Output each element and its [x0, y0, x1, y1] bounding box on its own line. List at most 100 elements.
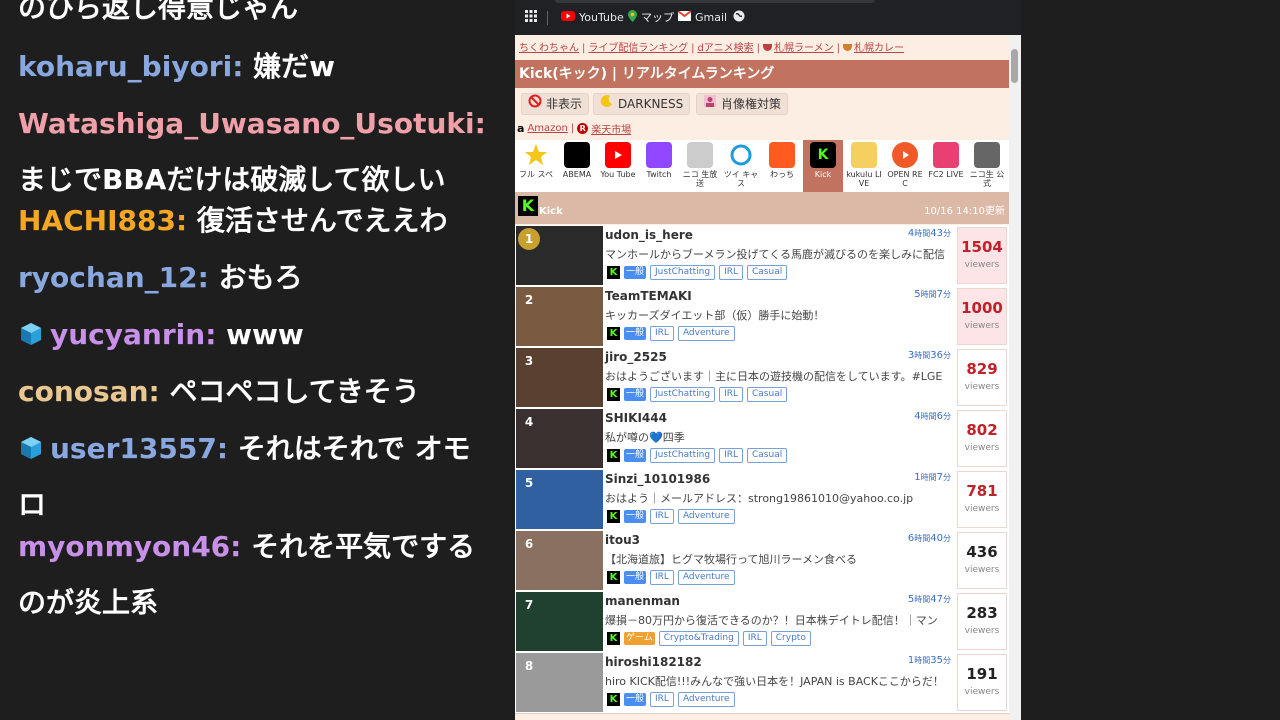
- chat-username[interactable]: ryochan_12: [18, 261, 198, 294]
- stream-tag[interactable]: JustChatting: [650, 265, 716, 280]
- platform-tab[interactable]: ニコ生 公式: [967, 140, 1007, 192]
- stream-tag[interactable]: IRL: [650, 692, 674, 707]
- stream-row[interactable]: 6 itou3 6時間40分 【北海道旅】ヒグマ牧場行って旭川ラーメン食べる K 一般 IR…: [515, 530, 1009, 592]
- viewer-label: viewers: [964, 443, 1000, 453]
- stream-thumbnail[interactable]: 2: [516, 287, 603, 346]
- top-link[interactable]: dアニメ検索: [697, 43, 753, 54]
- chat-username[interactable]: HACHI883: [18, 204, 176, 237]
- stream-tag[interactable]: IRL: [719, 387, 743, 402]
- streamer-name[interactable]: hiroshi182182: [605, 655, 702, 669]
- platform-tab-label: FC2 LIVE: [928, 170, 964, 179]
- darkness-button[interactable]: DARKNESS: [593, 93, 691, 115]
- stream-tag[interactable]: IRL: [650, 570, 674, 585]
- stream-thumbnail[interactable]: 3: [516, 348, 603, 407]
- stream-row[interactable]: 3 jiro_2525 3時間36分 おはようございます｜主に日本の遊技機の配信をして…: [515, 347, 1009, 409]
- streamer-name[interactable]: TeamTEMAKI: [605, 289, 692, 303]
- stream-thumbnail[interactable]: 4: [516, 409, 603, 468]
- link-separator: |: [756, 43, 760, 54]
- stream-tag[interactable]: Adventure: [677, 570, 735, 585]
- platform-tab[interactable]: You Tube: [598, 140, 638, 192]
- minute-unit: 分: [943, 229, 951, 238]
- stream-row[interactable]: 7 manenman 5時間47分 爆損－80万円から復活できるのか？！日本株デイトレ…: [515, 591, 1009, 653]
- platform-tab[interactable]: Twitch: [639, 140, 679, 192]
- stream-tag[interactable]: JustChatting: [650, 448, 716, 463]
- chat-text: まじでBBAだけは破滅して欲しい: [18, 163, 446, 196]
- chat-username[interactable]: koharu_biyori: [18, 50, 232, 83]
- stream-tag[interactable]: IRL: [650, 326, 674, 341]
- portrait-rights-button[interactable]: 肖像権対策: [696, 93, 789, 115]
- minute-unit: 分: [943, 351, 951, 360]
- chat-message: koharu_biyori: 嫌だw: [18, 39, 488, 95]
- stream-tag[interactable]: Adventure: [677, 326, 735, 341]
- rakuten-link[interactable]: 楽天市場: [591, 121, 631, 136]
- viewer-number: 1504: [961, 238, 1003, 256]
- chat-username[interactable]: user13557: [50, 432, 217, 465]
- stream-thumbnail[interactable]: 1: [516, 226, 603, 285]
- stream-description: 【北海道旅】ヒグマ牧場行って旭川ラーメン食べる: [605, 553, 858, 566]
- apps-button[interactable]: [525, 10, 537, 25]
- streamer-name[interactable]: manenman: [605, 594, 680, 608]
- stream-thumbnail[interactable]: 5: [516, 470, 603, 529]
- stream-tag[interactable]: JustChatting: [650, 387, 716, 402]
- stream-tag[interactable]: IRL: [650, 509, 674, 524]
- streamer-name[interactable]: itou3: [605, 533, 640, 547]
- streamer-name[interactable]: SHIKI444: [605, 411, 667, 425]
- stream-row[interactable]: 1 udon_is_here 4時間43分 マンホールからブーメラン投げてくる馬鹿が滅…: [515, 225, 1009, 287]
- stream-row[interactable]: 8 hiroshi182182 1時間35分 hiro KICK配信!!!みんなで強い…: [515, 652, 1009, 714]
- stream-tags: K ゲーム Crypto&Trading IRL Crypto: [607, 631, 811, 646]
- page-scrollbar[interactable]: [1009, 35, 1021, 720]
- stream-row[interactable]: 4 SHIKI444 4時間6分 私が噂の💙四季 K 一般 JustChatting IRL C…: [515, 408, 1009, 470]
- hide-button[interactable]: 非表示: [521, 93, 590, 115]
- viewer-number: 436: [966, 543, 998, 561]
- platform-tab[interactable]: わっち: [762, 140, 802, 192]
- bookmark-gmail[interactable]: Gmail: [677, 10, 727, 25]
- top-link[interactable]: ライブ配信ランキング: [588, 43, 688, 54]
- platform-tab[interactable]: OPEN REC: [885, 140, 925, 192]
- platform-tab[interactable]: ABEMA: [557, 140, 597, 192]
- chat-username[interactable]: yucyanrin: [50, 318, 205, 351]
- platform-tab[interactable]: FC2 LIVE: [926, 140, 966, 192]
- platform-tab[interactable]: kukulu LIVE: [844, 140, 884, 192]
- stream-tag[interactable]: Crypto: [770, 631, 811, 646]
- top-link[interactable]: ちくわちゃん: [519, 43, 579, 54]
- chat-username[interactable]: Watashiga_Uwasano_Usotuki: [18, 107, 475, 140]
- kukulu-icon: [851, 142, 877, 168]
- top-link[interactable]: 札幌カレー: [854, 43, 904, 54]
- platform-tab[interactable]: ニコ 生放送: [680, 140, 720, 192]
- stream-tag[interactable]: Casual: [747, 387, 788, 402]
- stream-thumbnail[interactable]: 8: [516, 653, 603, 712]
- stream-tag[interactable]: Adventure: [677, 692, 735, 707]
- streamer-name[interactable]: jiro_2525: [605, 350, 667, 364]
- category-badge: 一般: [624, 449, 647, 462]
- moon-icon: [600, 93, 614, 115]
- stream-description: マンホールからブーメラン投げてくる馬鹿が滅びるのを楽しみに配信: [605, 248, 946, 261]
- platform-tab[interactable]: ツイ キャス: [721, 140, 761, 192]
- stream-tag[interactable]: IRL: [742, 631, 767, 646]
- bookmark-youtube[interactable]: YouTube: [561, 11, 624, 25]
- nicolive-official-icon: [974, 142, 1000, 168]
- stream-duration: 6時間40分: [908, 533, 951, 544]
- darkness-button-label: DARKNESS: [618, 97, 684, 111]
- stream-tag[interactable]: IRL: [719, 265, 743, 280]
- stream-tag[interactable]: Casual: [747, 448, 788, 463]
- stream-row[interactable]: 2 TeamTEMAKI 5時間7分 キッカーズダイエット部（仮）勝手に始動！ K 一般 I…: [515, 286, 1009, 348]
- chat-username[interactable]: conosan: [18, 375, 149, 408]
- stream-tag[interactable]: Casual: [747, 265, 788, 280]
- stream-row[interactable]: 5 Sinzi_10101986 1時間7分 おはよう｜メールアドレス：strong1…: [515, 469, 1009, 531]
- amazon-link[interactable]: Amazon: [527, 123, 567, 134]
- chat-username[interactable]: myonmyon46: [18, 530, 230, 563]
- stream-thumbnail[interactable]: 7: [516, 592, 603, 651]
- streamer-name[interactable]: udon_is_here: [605, 228, 693, 242]
- stream-tag[interactable]: Adventure: [677, 509, 735, 524]
- platform-tab[interactable]: K Kick: [803, 140, 843, 192]
- background-margin: [1021, 0, 1280, 720]
- stream-tag[interactable]: IRL: [719, 448, 743, 463]
- stream-tag[interactable]: Crypto&Trading: [658, 631, 739, 646]
- streamer-name[interactable]: Sinzi_10101986: [605, 472, 710, 486]
- scrollbar-thumb[interactable]: [1011, 49, 1018, 83]
- stream-thumbnail[interactable]: 6: [516, 531, 603, 590]
- platform-tab[interactable]: フル スペ: [516, 140, 556, 192]
- bookmark-globe[interactable]: [733, 10, 745, 25]
- bookmark-maps[interactable]: マップ: [628, 10, 674, 25]
- top-link[interactable]: 札幌ラーメン: [774, 43, 834, 54]
